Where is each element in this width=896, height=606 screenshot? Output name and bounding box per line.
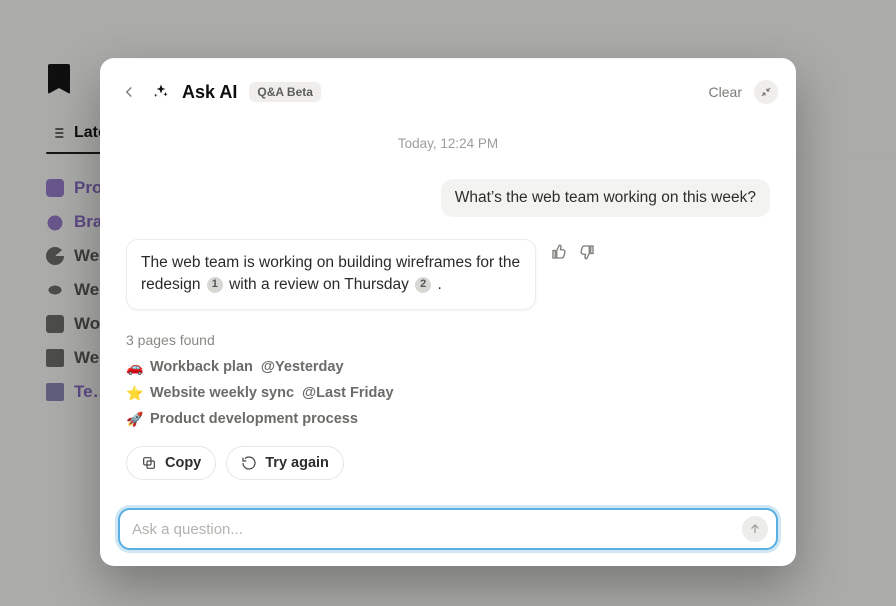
refresh-icon: [46, 247, 64, 265]
arrow-up-icon: [748, 522, 762, 536]
page-icon: [46, 383, 64, 401]
retry-icon: [241, 455, 257, 471]
source-when: @Last Friday: [302, 385, 394, 401]
source-page[interactable]: 🚗 Workback plan @Yesterday: [126, 354, 770, 380]
composer: [118, 508, 778, 550]
rugby-icon: [46, 281, 64, 299]
ask-ai-modal: Ask AI Q&A Beta Clear Today, 12:24 PM Wh…: [100, 58, 796, 566]
question-input[interactable]: [130, 520, 734, 539]
answer-text-2: with a review on Thursday: [229, 276, 413, 293]
briefcase-icon: [46, 315, 64, 333]
thumbs-down-icon: [578, 243, 596, 261]
citation-1[interactable]: 1: [207, 277, 223, 293]
car-icon: 🚗: [126, 359, 142, 375]
clear-button[interactable]: Clear: [709, 84, 742, 100]
try-again-button[interactable]: Try again: [226, 446, 344, 480]
assistant-message: The web team is working on building wire…: [126, 239, 536, 310]
minimize-button[interactable]: [754, 80, 778, 104]
user-message-row: What’s the web team working on this week…: [126, 179, 770, 217]
thumbs-down-button[interactable]: [578, 243, 596, 261]
citation-2[interactable]: 2: [415, 277, 431, 293]
assistant-row: The web team is working on building wire…: [126, 239, 770, 310]
copy-label: Copy: [165, 455, 201, 471]
collapse-icon: [760, 86, 772, 98]
source-page[interactable]: ⭐ Website weekly sync @Last Friday: [126, 380, 770, 406]
clear-label: Clear: [709, 84, 742, 100]
grid-icon: [46, 349, 64, 367]
send-button[interactable]: [742, 516, 768, 542]
list-icon: [50, 125, 66, 141]
beta-badge: Q&A Beta: [249, 82, 321, 102]
modal-header: Ask AI Q&A Beta Clear: [118, 80, 778, 104]
conversation-body: Today, 12:24 PM What’s the web team work…: [118, 104, 778, 508]
sparkle-icon: [152, 83, 170, 101]
pages-found-label: 3 pages found: [126, 332, 770, 348]
bookmark-icon: [48, 64, 70, 94]
thumbs-up-icon: [550, 243, 568, 261]
palette-icon: [46, 213, 64, 231]
copy-icon: [141, 455, 157, 471]
source-page[interactable]: 🚀 Product development process: [126, 406, 770, 432]
thumbs-up-button[interactable]: [550, 243, 568, 261]
user-message: What’s the web team working on this week…: [441, 179, 770, 217]
source-title: Website weekly sync: [150, 385, 294, 401]
copy-button[interactable]: Copy: [126, 446, 216, 480]
radio-icon: [46, 179, 64, 197]
rocket-icon: 🚀: [126, 411, 142, 427]
try-again-label: Try again: [265, 455, 329, 471]
modal-title: Ask AI: [182, 82, 237, 103]
source-when: @Yesterday: [261, 359, 344, 375]
arrow-left-icon: [120, 83, 138, 101]
feedback-buttons: [550, 243, 596, 261]
back-button[interactable]: [118, 81, 140, 103]
source-title: Workback plan: [150, 359, 253, 375]
star-icon: ⭐: [126, 385, 142, 401]
answer-text-3: .: [437, 276, 441, 293]
source-title: Product development process: [150, 411, 358, 427]
timestamp: Today, 12:24 PM: [126, 136, 770, 151]
answer-actions: Copy Try again: [126, 446, 770, 480]
